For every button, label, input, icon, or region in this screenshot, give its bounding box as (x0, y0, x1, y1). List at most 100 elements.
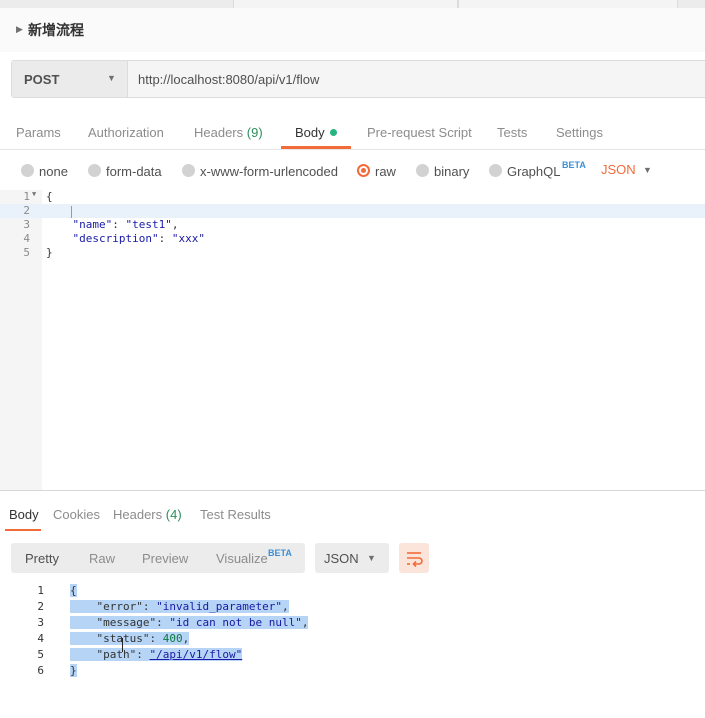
response-line: 6 } (0, 664, 705, 680)
tab-authorization[interactable]: Authorization (88, 125, 164, 140)
response-format-label: JSON (324, 551, 359, 566)
active-tab-underline (281, 146, 351, 149)
wrap-lines-button[interactable] (399, 543, 429, 573)
view-preview[interactable]: Preview (142, 551, 188, 566)
json-key: "name" (72, 218, 113, 231)
code-text: "description": "xxx" (72, 232, 205, 245)
json-value: "id can not be null" (169, 616, 302, 629)
view-visualize[interactable]: Visualize (216, 551, 268, 566)
body-indicator-dot (329, 129, 337, 136)
radio-none[interactable] (21, 164, 34, 177)
json-value: 400 (162, 632, 183, 645)
radio-form-data[interactable] (88, 164, 101, 177)
body-format-select[interactable]: JSON (601, 162, 636, 177)
top-tab-strip (0, 0, 705, 8)
json-key: "path" (96, 648, 137, 661)
request-tab[interactable] (233, 0, 458, 8)
response-tab-test-results[interactable]: Test Results (200, 507, 271, 522)
response-line: 5 "path": "/api/v1/flow" (0, 648, 705, 664)
code-text: { (70, 584, 77, 597)
editor-line: 5 } (0, 246, 705, 260)
response-line: 1 { (0, 584, 705, 600)
response-view-modes: Pretty Raw Preview Visualize BETA (11, 543, 305, 573)
tab-headers[interactable]: Headers (9) (194, 125, 263, 140)
tab-settings[interactable]: Settings (556, 125, 603, 140)
line-number: 2 (37, 600, 44, 613)
request-name[interactable]: 新增流程 (28, 20, 84, 40)
tab-body[interactable]: Body (295, 125, 337, 140)
text-cursor (71, 206, 72, 218)
response-tab-headers[interactable]: Headers (4) (113, 507, 182, 522)
response-headers-count: (4) (165, 507, 182, 522)
i-beam-cursor-icon (122, 638, 130, 652)
tab-body-label: Body (295, 125, 325, 140)
line-number: 3 (23, 218, 30, 231)
json-value: "test1" (125, 218, 172, 231)
tab-params[interactable]: Params (16, 125, 61, 140)
method-label: POST (24, 72, 60, 87)
json-key: "message" (96, 616, 157, 629)
radio-graphql[interactable] (489, 164, 502, 177)
json-value: "xxx" (171, 232, 205, 245)
view-raw[interactable]: Raw (89, 551, 115, 566)
line-number: 5 (23, 246, 30, 259)
view-pretty[interactable]: Pretty (25, 551, 59, 566)
radio-raw[interactable] (357, 164, 370, 177)
request-header: ▶ 新增流程 (0, 8, 705, 52)
visualize-beta-badge: BETA (268, 548, 292, 558)
url-bar: POST ▼ http://localhost:8080/api/v1/flow (11, 60, 705, 98)
method-select[interactable]: POST ▼ (12, 61, 128, 97)
json-key: "description" (72, 232, 159, 245)
tab-headers-label: Headers (194, 125, 244, 140)
headers-count: (9) (246, 125, 263, 140)
request-body-editor[interactable]: 1 ▼ { 2 3 "name": "test1", 4 "descriptio… (0, 190, 705, 490)
json-value-link[interactable]: "/api/v1/flow" (150, 648, 243, 661)
chevron-down-icon: ▼ (107, 73, 116, 83)
line-number: 3 (37, 616, 44, 629)
tab-prerequest-script[interactable]: Pre-request Script (367, 125, 472, 140)
code-text: { (46, 190, 53, 203)
code-text: "name": "test1", (72, 218, 179, 231)
code-text: } (70, 664, 77, 677)
line-number: 2 (23, 204, 30, 217)
option-raw-label[interactable]: raw (375, 164, 396, 179)
json-key: "error" (96, 600, 143, 613)
editor-line: 1 ▼ { (0, 190, 705, 204)
body-type-options: none form-data x-www-form-urlencoded raw… (0, 154, 705, 188)
response-tabs: Body Cookies Headers (4) Test Results (0, 502, 705, 532)
option-binary-label[interactable]: binary (434, 164, 469, 179)
line-number: 4 (37, 632, 44, 645)
expand-caret-icon[interactable]: ▶ (16, 24, 23, 35)
wrap-lines-icon (407, 552, 423, 568)
response-tab-cookies[interactable]: Cookies (53, 507, 100, 522)
response-line: 2 "error": "invalid_parameter", (0, 600, 705, 616)
response-tab-body[interactable]: Body (9, 507, 39, 522)
response-line: 3 "message": "id can not be null", (0, 616, 705, 632)
response-tab-headers-label: Headers (113, 507, 163, 522)
editor-line-current: 2 (0, 204, 705, 218)
tab-tests[interactable]: Tests (497, 125, 527, 140)
option-form-data-label[interactable]: form-data (106, 164, 162, 179)
line-number: 1 (37, 584, 44, 597)
pane-divider[interactable] (0, 490, 705, 491)
url-input[interactable]: http://localhost:8080/api/v1/flow (138, 72, 319, 87)
json-value: "invalid_parameter" (156, 600, 282, 613)
option-graphql-label[interactable]: GraphQL (507, 164, 560, 179)
line-number: 4 (23, 232, 30, 245)
request-tab[interactable] (458, 0, 678, 8)
chevron-down-icon[interactable]: ▼ (643, 165, 652, 175)
code-text: "path": "/api/v1/flow" (70, 648, 243, 661)
active-tab-underline (5, 529, 41, 531)
option-none-label[interactable]: none (39, 164, 68, 179)
response-format-select[interactable]: JSON ▼ (315, 543, 389, 573)
radio-binary[interactable] (416, 164, 429, 177)
code-text: } (46, 246, 53, 259)
request-tabs: Params Authorization Headers (9) Body Pr… (0, 116, 705, 150)
response-body[interactable]: 1 { 2 "error": "invalid_parameter", 3 "m… (0, 584, 705, 694)
radio-urlencoded[interactable] (182, 164, 195, 177)
code-text: "message": "id can not be null", (70, 616, 309, 629)
fold-arrow-icon[interactable]: ▼ (32, 190, 36, 198)
editor-line: 4 "description": "xxx" (0, 232, 705, 246)
code-text: "error": "invalid_parameter", (70, 600, 289, 613)
option-urlencoded-label[interactable]: x-www-form-urlencoded (200, 164, 338, 179)
